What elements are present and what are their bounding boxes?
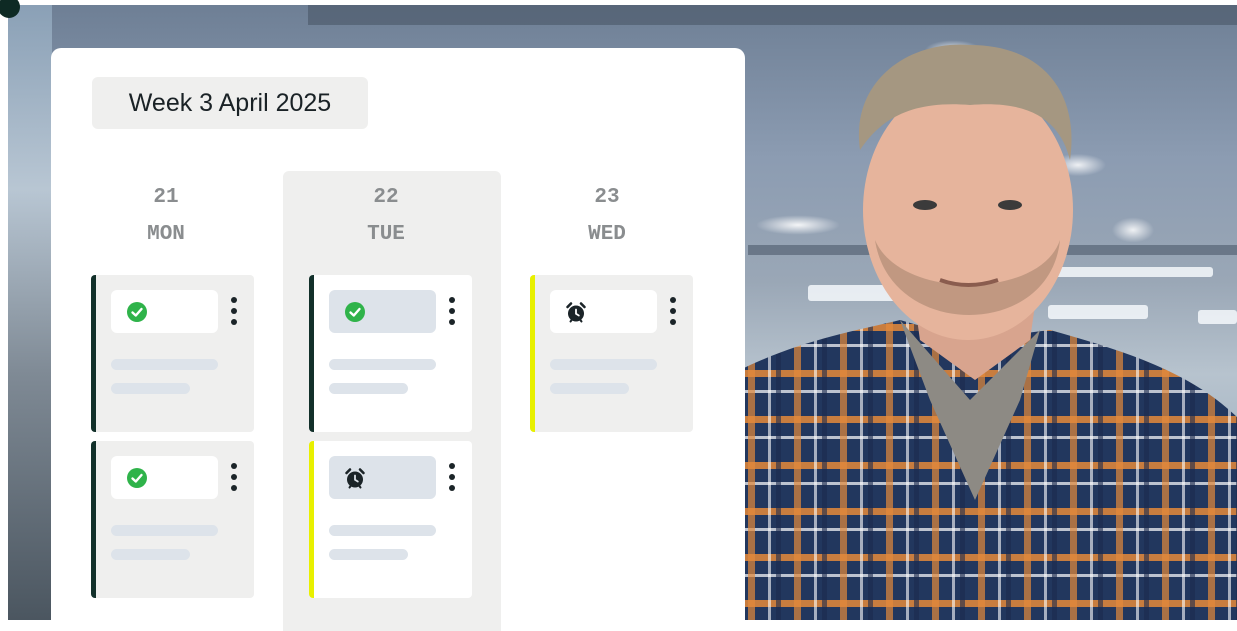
check-circle-icon (127, 301, 147, 322)
day-number: 22 (373, 186, 399, 209)
office-window (8, 5, 52, 620)
day-name: MON (147, 223, 185, 246)
week-label[interactable]: Week 3 April 2025 (92, 77, 368, 129)
placeholder-line (329, 525, 436, 536)
placeholder-line (550, 359, 657, 370)
alarm-clock-icon (566, 301, 586, 322)
more-options-icon[interactable] (449, 297, 455, 325)
day-number: 21 (153, 186, 179, 209)
more-options-icon[interactable] (231, 463, 237, 491)
alarm-clock-icon (345, 467, 365, 488)
placeholder-line (329, 359, 436, 370)
task-card[interactable] (309, 441, 472, 598)
status-accent-bar (91, 441, 96, 598)
day-number: 23 (594, 186, 620, 209)
placeholder-line (550, 383, 629, 394)
task-status-chip (329, 290, 436, 333)
placeholder-line (111, 549, 190, 560)
day-header-mon[interactable]: 21 MON (91, 186, 241, 246)
day-header-tue[interactable]: 22 TUE (311, 186, 461, 246)
task-card[interactable] (309, 275, 472, 432)
status-accent-bar (309, 275, 314, 432)
ceiling-beam (308, 5, 1237, 25)
status-accent-bar (309, 441, 314, 598)
placeholder-line (111, 525, 218, 536)
placeholder-line (329, 549, 408, 560)
check-circle-icon (345, 301, 365, 322)
day-header-wed[interactable]: 23 WED (532, 186, 682, 246)
day-name: TUE (367, 223, 405, 246)
placeholder-line (111, 383, 190, 394)
task-status-chip (550, 290, 657, 333)
check-circle-icon (127, 467, 147, 488)
placeholder-line (329, 383, 408, 394)
task-card[interactable] (91, 275, 254, 432)
more-options-icon[interactable] (670, 297, 676, 325)
task-status-chip (329, 456, 436, 499)
task-card[interactable] (91, 441, 254, 598)
task-status-chip (111, 456, 218, 499)
status-accent-bar (530, 275, 535, 432)
task-card[interactable] (530, 275, 693, 432)
more-options-icon[interactable] (449, 463, 455, 491)
person-photo (740, 44, 1237, 620)
planner-card: Week 3 April 2025 21 MON 22 TUE 23 WED (51, 48, 745, 631)
status-accent-bar (91, 275, 96, 432)
placeholder-line (111, 359, 218, 370)
more-options-icon[interactable] (231, 297, 237, 325)
task-status-chip (111, 290, 218, 333)
day-name: WED (588, 223, 626, 246)
